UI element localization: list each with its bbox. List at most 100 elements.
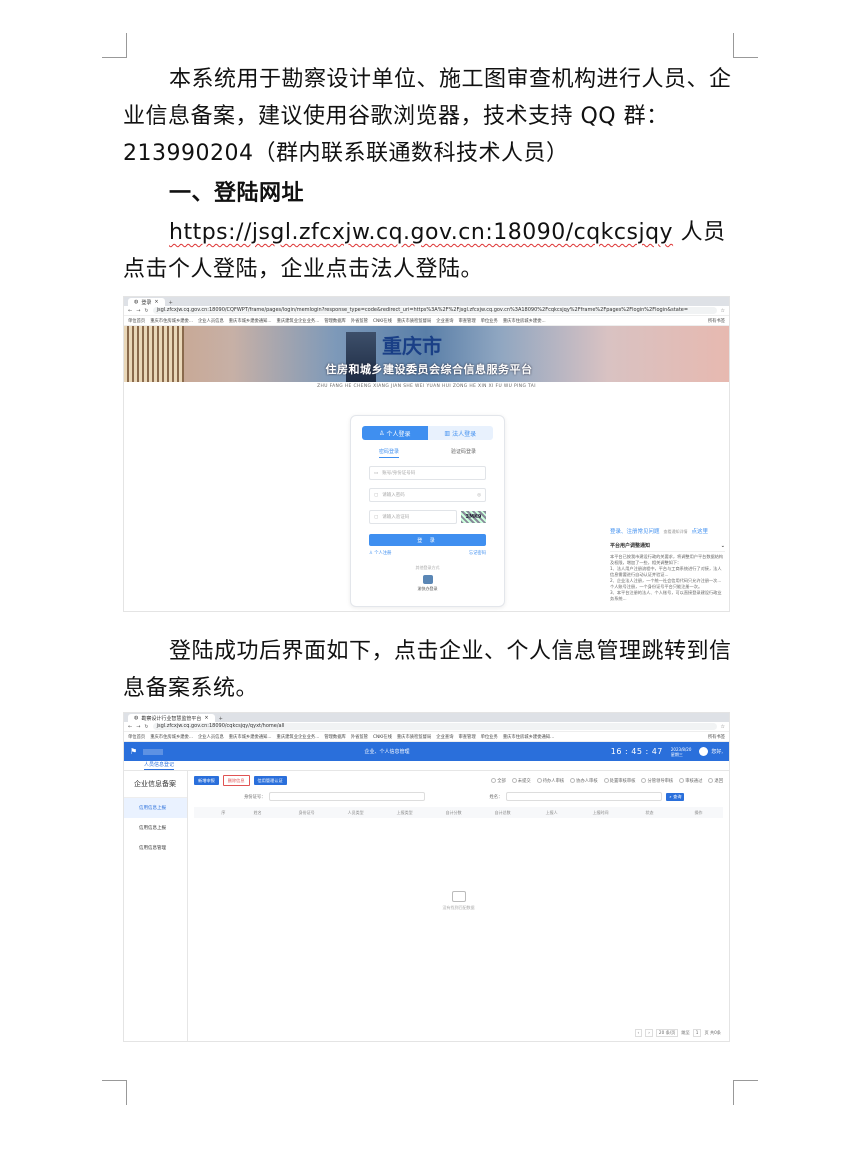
filter-option[interactable]: 协办人审核 bbox=[570, 778, 598, 784]
bookmark-item[interactable]: 重庆市城乡建委通知... bbox=[229, 734, 272, 740]
eye-off-icon[interactable]: ◎ bbox=[477, 493, 481, 498]
captcha-image[interactable]: 3MK9 bbox=[461, 511, 486, 523]
all-bookmarks[interactable]: 所有书签 bbox=[708, 318, 725, 324]
reload-icon[interactable]: ↻ bbox=[144, 724, 148, 730]
new-tab-icon[interactable]: + bbox=[169, 300, 173, 306]
bookmark-item[interactable]: 单位业务 bbox=[481, 318, 498, 324]
login-button[interactable]: 登 录 bbox=[369, 534, 486, 546]
close-icon[interactable]: × bbox=[154, 299, 158, 305]
login-url-link[interactable]: https://jsgl.zfcxjw.cq.gov.cn:18090/cqkc… bbox=[169, 220, 673, 245]
bookmark-item[interactable]: 重庆市城乡建委通知... bbox=[229, 318, 272, 324]
sidebar-item-credit-report-2[interactable]: 信用信息上报 bbox=[124, 818, 187, 838]
sidebar-item-credit-report[interactable]: 信用信息上报 bbox=[124, 798, 187, 818]
forward-icon[interactable]: → bbox=[136, 724, 140, 730]
bookmark-item[interactable]: 重庆市住房城乡建委... bbox=[150, 318, 193, 324]
bookmark-item[interactable]: 企业人员信息 bbox=[198, 318, 224, 324]
bookmark-item[interactable]: 企业人员信息 bbox=[198, 734, 224, 740]
browser-tab[interactable]: ◍ 登录 × bbox=[128, 298, 165, 306]
login-page-screenshot: ◍ 登录 × + ← → ↻ jsgl.zfcxjw.cq.gov.cn:18090/C… bbox=[123, 296, 730, 612]
forgot-password-link[interactable]: 忘记密码 bbox=[469, 550, 486, 556]
empty-state: 没有找到匹配数据 bbox=[443, 891, 475, 911]
filter-option[interactable]: 未提交 bbox=[511, 778, 531, 784]
filter-option[interactable]: 分管领导审核 bbox=[641, 778, 673, 784]
column-header: 序 bbox=[221, 809, 226, 815]
bookmark-item[interactable]: 重庆建筑业企业业务... bbox=[277, 318, 320, 324]
tab-personal-login[interactable]: ♙ 个人登录 bbox=[362, 426, 428, 440]
bookmark-item[interactable]: 重庆建筑业企业业务... bbox=[277, 734, 320, 740]
bookmark-item[interactable]: 重庆市质检监督局 bbox=[397, 318, 431, 324]
click-here-link[interactable]: 点这里 bbox=[692, 529, 709, 535]
goto-page-input[interactable]: 1 bbox=[692, 1029, 702, 1037]
globe-icon: ◍ bbox=[134, 715, 139, 721]
filter-option[interactable]: 处置审核审核 bbox=[603, 778, 635, 784]
login-url-paragraph: https://jsgl.zfcxjw.cq.gov.cn:18090/cqkc… bbox=[123, 214, 735, 288]
faq-link[interactable]: 登录、注册常见问题 bbox=[610, 529, 660, 535]
bookmark-item[interactable]: 单位首页 bbox=[128, 734, 145, 740]
filter-option[interactable]: 全部 bbox=[491, 778, 506, 784]
url-input[interactable]: jsgl.zfcxjw.cq.gov.cn:18090/cqkcsjqy/qyx… bbox=[152, 723, 717, 730]
filter-option[interactable]: 退回 bbox=[708, 778, 723, 784]
bookmark-item[interactable]: 审查管理 bbox=[458, 318, 475, 324]
subtab-password-login[interactable]: 密码登录 bbox=[379, 448, 400, 458]
register-link[interactable]: ♙ 个人注册 bbox=[369, 550, 391, 556]
bookmark-item[interactable]: 企业查询 bbox=[436, 734, 453, 740]
avatar[interactable] bbox=[699, 747, 709, 756]
forward-icon[interactable]: → bbox=[136, 308, 140, 314]
query-button[interactable]: ⌕ 查询 bbox=[666, 792, 685, 801]
sidebar-item-credit-manage[interactable]: 信用信息管理 bbox=[124, 838, 187, 858]
bookmark-item[interactable]: 单位首页 bbox=[128, 318, 145, 324]
chevron-down-icon[interactable]: ⌄ bbox=[721, 543, 725, 549]
bookmark-item[interactable]: 外省监管 bbox=[351, 318, 368, 324]
star-icon[interactable]: ☆ bbox=[721, 308, 725, 314]
bookmark-item[interactable]: 重庆市质检监督局 bbox=[397, 734, 431, 740]
bookmark-item[interactable]: 重庆市住房城乡建委... bbox=[150, 734, 193, 740]
back-icon[interactable]: ← bbox=[128, 308, 132, 314]
tab-legal-login[interactable]: ▥ 法人登录 bbox=[427, 426, 493, 440]
new-tab-icon[interactable]: + bbox=[219, 716, 223, 722]
section-heading-login-url: 一、登陆网址 bbox=[169, 181, 305, 206]
bookmark-item[interactable]: 单位业务 bbox=[481, 734, 498, 740]
all-bookmarks[interactable]: 所有书签 bbox=[708, 734, 725, 740]
table-header: 序 姓名 身份证号 人员类型 上报类型 自计分数 自计总数 上报人 上报时间 状态 操作 bbox=[194, 807, 723, 818]
credit-manage-button[interactable]: 信用管理认证 bbox=[253, 776, 287, 785]
reload-icon[interactable]: ↻ bbox=[144, 308, 148, 314]
filter-option[interactable]: 待办人审核 bbox=[536, 778, 564, 784]
captcha-field[interactable]: ▢ 请输入验证码 bbox=[369, 510, 457, 524]
password-field[interactable]: ▢ 请输入密码 ◎ bbox=[369, 488, 486, 502]
subtab-sms-login[interactable]: 验证码登录 bbox=[451, 448, 476, 458]
tab-person-registration[interactable]: 人员信息登记 bbox=[144, 762, 175, 770]
goto-label: 跳至 bbox=[681, 1030, 690, 1035]
page-corner-mark-bottom-right bbox=[733, 1080, 758, 1105]
bookmark-item[interactable]: 外省监管 bbox=[351, 734, 368, 740]
browser-tab[interactable]: ◍ 勘察设计行业智慧监管平台 × bbox=[128, 714, 215, 722]
bookmark-item[interactable]: 企业查询 bbox=[436, 318, 453, 324]
account-field[interactable]: ▭ 账号/身份证号码 bbox=[369, 466, 486, 480]
column-header: 自计总数 bbox=[494, 809, 511, 815]
bookmark-item[interactable]: 重庆市住房城乡建委通知... bbox=[503, 734, 554, 740]
filter-option[interactable]: 审核通过 bbox=[679, 778, 702, 784]
page-tab-strip: 人员信息登记 bbox=[124, 761, 729, 771]
page-corner-mark-top-left bbox=[102, 33, 127, 58]
clock: 16 : 45 : 47 bbox=[610, 747, 663, 756]
prev-page-icon[interactable]: ‹ bbox=[634, 1029, 643, 1037]
bookmark-item[interactable]: CNKI在线 bbox=[373, 318, 392, 324]
page-size-select[interactable]: 20 条/页 bbox=[655, 1029, 679, 1037]
id-number-input[interactable] bbox=[269, 792, 426, 801]
bookmark-item[interactable]: 管理数据库 bbox=[324, 318, 345, 324]
bookmark-item[interactable]: CNKI在线 bbox=[373, 734, 392, 740]
url-input[interactable]: jsgl.zfcxjw.cq.gov.cn:18090/CQFWPT/frame… bbox=[152, 307, 717, 314]
name-input[interactable] bbox=[506, 792, 663, 801]
bookmark-item[interactable]: 管理数据库 bbox=[324, 734, 345, 740]
next-page-icon[interactable]: › bbox=[645, 1029, 653, 1037]
bookmark-item[interactable]: 审查管理 bbox=[458, 734, 475, 740]
delete-button[interactable]: 删除信息 bbox=[222, 775, 250, 786]
star-icon[interactable]: ☆ bbox=[721, 724, 725, 730]
user-greeting[interactable]: 您好, bbox=[711, 748, 723, 755]
logo-block bbox=[143, 748, 164, 755]
close-icon[interactable]: × bbox=[204, 715, 208, 721]
yukuaiban-icon[interactable] bbox=[422, 575, 433, 584]
back-icon[interactable]: ← bbox=[128, 724, 132, 730]
bookmark-item[interactable]: 重庆市住房城乡建委... bbox=[503, 318, 546, 324]
new-declare-button[interactable]: 新增申报 bbox=[194, 776, 219, 785]
page-corner-mark-bottom-left bbox=[102, 1080, 127, 1105]
